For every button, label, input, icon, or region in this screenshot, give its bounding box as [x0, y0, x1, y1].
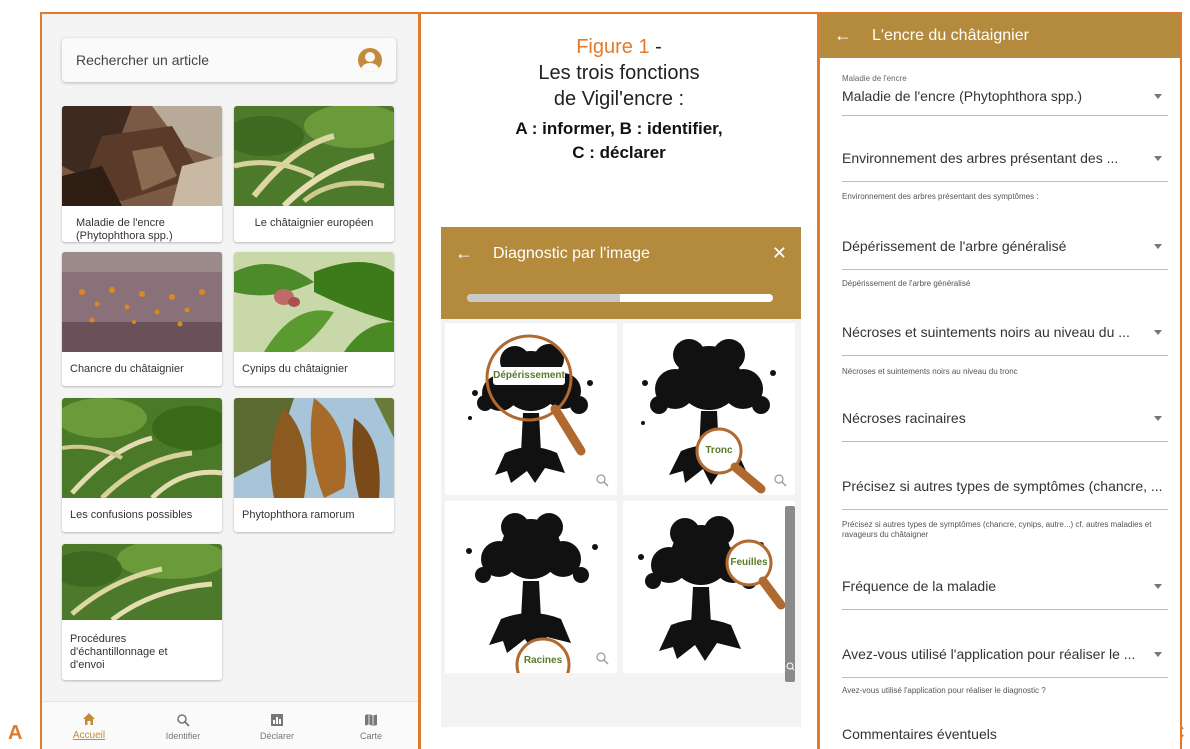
tree-silhouette-image [466, 513, 609, 673]
select-necroses-racinaires[interactable]: Nécroses racinaires [842, 398, 1168, 442]
scrollbar-thumb[interactable] [785, 506, 795, 682]
panel-a-home-screen: Rechercher un article Maladie de l'encre… [40, 12, 420, 749]
tile-label: Feuilles [730, 557, 768, 568]
chevron-down-icon [1154, 416, 1162, 421]
tile-label: Tronc [705, 445, 733, 456]
panel-b-identify-screen: Figure 1 - Les trois fonctions de Vigil'… [419, 12, 819, 749]
nav-item-declarer[interactable]: Déclarer [242, 711, 312, 741]
article-card-chestnut-canker[interactable]: Chancre du châtaignier [62, 252, 222, 386]
chevron-down-icon [1154, 652, 1162, 657]
tile-tronc[interactable]: Tronc [623, 323, 795, 495]
nav-label: Déclarer [259, 730, 294, 741]
close-icon[interactable]: ✕ [772, 243, 787, 264]
field-helper-text: Environnement des arbres présentant des … [842, 192, 1039, 201]
figure-title-line: Les trois fonctions [538, 62, 700, 84]
field-value: Environnement des arbres présentant des … [842, 150, 1119, 166]
field-label: Maladie de l'encre [842, 74, 907, 83]
app-bar-title: L'encre du châtaignier [872, 27, 1029, 44]
chevron-down-icon [1154, 94, 1162, 99]
progress-fill [467, 294, 620, 302]
figure-title-line: de Vigil'encre : [553, 88, 685, 110]
home-icon [82, 710, 96, 728]
article-card-possible-confusions[interactable]: Les confusions possibles [62, 398, 222, 532]
card-label: Cynips du châtaignier [242, 363, 348, 375]
tile-feuilles[interactable]: Feuilles [623, 501, 795, 673]
nav-label: Identifier [165, 730, 201, 741]
nav-item-accueil[interactable]: Accueil [54, 710, 124, 741]
gall-wasp-leaf-photo [234, 252, 394, 352]
diagnostic-title: Diagnostic par l'image [493, 245, 650, 262]
article-card-gall-wasp[interactable]: Cynips du châtaignier [234, 252, 394, 386]
figure-title: Figure 1 - Les trois fonctions de Vigil'… [421, 34, 817, 112]
chestnut-flower-photo [62, 544, 222, 622]
brown-leaves-photo [234, 398, 394, 498]
card-label: Maladie de l'encre (Phytophthora spp.) [76, 217, 173, 242]
field-helper-text: Précisez si autres types de symptômes (c… [842, 520, 1152, 539]
input-autres-symptomes[interactable]: Précisez si autres types de symptômes (c… [842, 468, 1168, 510]
arrow-back-icon[interactable]: ← [455, 243, 473, 264]
chestnut-catkins-photo [62, 398, 222, 500]
orange-pustules-bark-photo [62, 252, 222, 352]
field-value: Dépérissement de l'arbre généralisé [842, 238, 1067, 254]
select-utilisation-application[interactable]: Avez-vous utilisé l'application pour réa… [842, 634, 1168, 678]
panel-c-declare-screen: ← L'encre du châtaignier Maladie de l'en… [818, 12, 1182, 749]
tile-racines[interactable]: Racines [445, 501, 617, 673]
comments-field[interactable]: Commentaires éventuels [842, 726, 997, 742]
chevron-down-icon [1154, 584, 1162, 589]
field-helper-text: Avez-vous utilisé l'application pour réa… [842, 686, 1046, 695]
field-helper-text: Nécroses et suintements noirs au niveau … [842, 367, 1018, 376]
select-environnement[interactable]: Environnement des arbres présentant des … [842, 142, 1168, 182]
account-circle-icon[interactable] [358, 48, 382, 72]
nav-label: Carte [359, 730, 382, 741]
card-label: Les confusions possibles [70, 509, 193, 521]
nav-item-identifier[interactable]: Identifier [148, 711, 218, 741]
nav-item-carte[interactable]: Carte [336, 711, 406, 741]
tree-silhouette-image [641, 339, 787, 494]
field-value: Maladie de l'encre (Phytophthora spp.) [842, 88, 1083, 104]
article-card-phytophthora-ramorum[interactable]: Phytophthora ramorum [234, 398, 394, 532]
tile-label: Racines [523, 655, 563, 666]
search-input[interactable]: Rechercher un article [76, 52, 358, 68]
card-label: Le châtaignier européen [254, 217, 374, 229]
tree-silhouette-image [468, 334, 609, 487]
chevron-down-icon [1154, 156, 1162, 161]
chevron-down-icon [1154, 330, 1162, 335]
tile-label: Dépérissement [493, 370, 565, 381]
map-icon [364, 711, 378, 729]
bottom-navigation: Accueil Identifier Déclarer Carte [42, 701, 418, 749]
field-value: Nécroses et suintements noirs au niveau … [842, 324, 1130, 340]
chevron-down-icon [1154, 244, 1162, 249]
chestnut-flower-photo [234, 106, 394, 209]
diagnostic-header: ← Diagnostic par l'image ✕ [441, 227, 801, 319]
search-icon [176, 711, 190, 729]
figure-subtitle: A : informer, B : identifier, C : déclar… [515, 119, 723, 162]
select-frequence[interactable]: Fréquence de la maladie [842, 566, 1168, 610]
arrow-back-icon[interactable]: ← [834, 25, 852, 46]
field-value: Avez-vous utilisé l'application pour réa… [842, 646, 1136, 662]
diagnostic-tile-grid: Dépérissement Tronc Racines Feuilles [441, 319, 801, 727]
field-helper-text: Dépérissement de l'arbre généralisé [842, 279, 971, 288]
bark-canker-photo [62, 106, 222, 206]
panel-letter-a: A [8, 722, 23, 744]
card-label: Procédures d'échantillonnage et d'envoi [70, 633, 168, 671]
article-card-ink-disease[interactable]: Maladie de l'encre (Phytophthora spp.) [62, 106, 222, 242]
article-card-sampling-procedures[interactable]: Procédures d'échantillonnage et d'envoi [62, 544, 222, 680]
field-value: Précisez si autres types de symptômes (c… [842, 478, 1163, 494]
bar-chart-icon [270, 711, 284, 729]
field-value: Nécroses racinaires [842, 410, 966, 426]
tree-silhouette-image [638, 516, 786, 661]
select-maladie[interactable]: Maladie de l'encre Maladie de l'encre (P… [842, 72, 1168, 116]
search-bar[interactable]: Rechercher un article [62, 38, 396, 82]
select-necroses-tronc[interactable]: Nécroses et suintements noirs au niveau … [842, 312, 1168, 356]
select-deperissement[interactable]: Dépérissement de l'arbre généralisé [842, 226, 1168, 270]
field-value: Fréquence de la maladie [842, 578, 997, 594]
diagnostic-progress-bar [467, 294, 773, 302]
article-card-european-chestnut[interactable]: Le châtaignier européen [234, 106, 394, 242]
card-label: Phytophthora ramorum [242, 509, 355, 521]
card-label: Chancre du châtaignier [70, 363, 184, 375]
app-bar: ← L'encre du châtaignier [820, 14, 1180, 58]
tile-deperissement[interactable]: Dépérissement [445, 323, 617, 495]
figure-number: Figure 1 [576, 36, 650, 58]
nav-label: Accueil [72, 730, 106, 741]
